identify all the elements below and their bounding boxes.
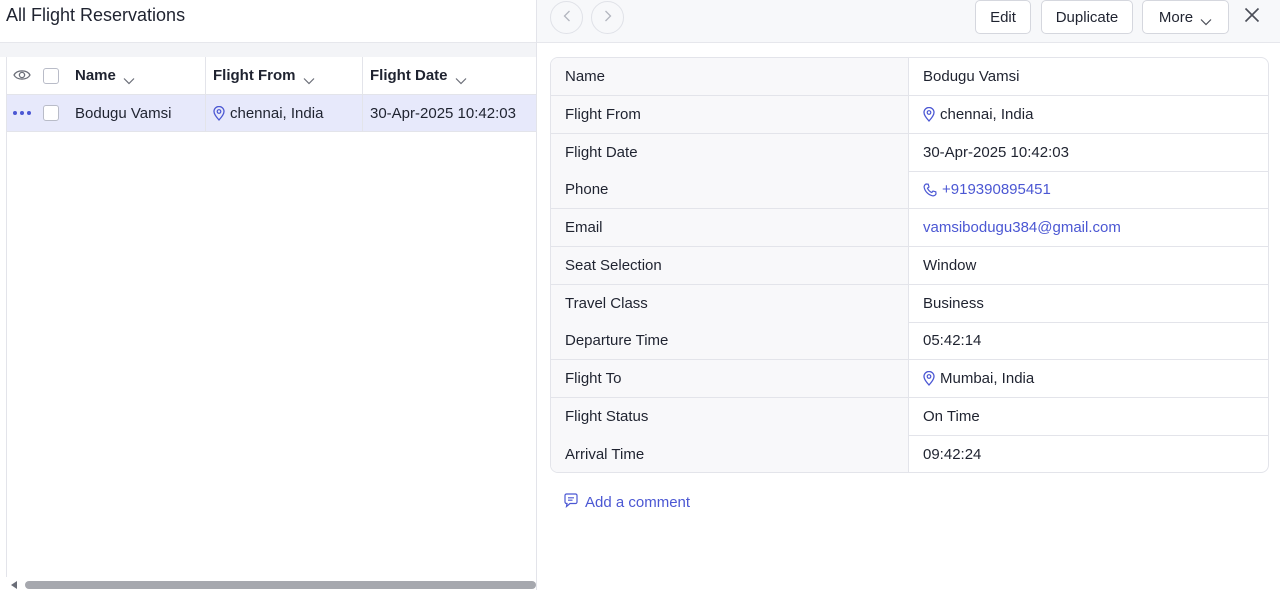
column-header-label: Name (75, 67, 116, 84)
location-pin-icon (213, 105, 225, 121)
cell-name: Bodugu Vamsi (75, 104, 172, 122)
column-divider (205, 95, 206, 131)
list-header-bar: All Flight Reservations (0, 0, 536, 43)
duplicate-label: Duplicate (1055, 8, 1119, 26)
field-label: Arrival Time (551, 435, 909, 472)
column-divider (362, 57, 363, 94)
field-label: Phone (551, 171, 909, 208)
cell-flight-from: chennai, India (213, 95, 323, 131)
detail-row-flight-to: Flight To Mumbai, India (551, 360, 1268, 398)
field-value: 30-Apr-2025 10:42:03 (923, 144, 1069, 161)
field-value: 09:42:24 (923, 445, 982, 463)
edit-button[interactable]: Edit (975, 0, 1031, 34)
detail-row-arrival-time: Arrival Time 09:42:24 (551, 435, 1268, 472)
detail-row-travel-class: Travel Class Business (551, 285, 1268, 323)
detail-row-flight-status: Flight Status On Time (551, 398, 1268, 436)
add-comment-label: Add a comment (585, 493, 691, 511)
chevron-down-icon (303, 72, 315, 84)
divider (6, 57, 7, 590)
field-value: Bodugu Vamsi (923, 68, 1020, 85)
column-header-label: Flight Date (370, 67, 448, 84)
column-header-name[interactable]: Name (75, 57, 135, 94)
column-header-flight-date[interactable]: Flight Date (370, 57, 467, 94)
chevron-down-icon (1200, 13, 1212, 26)
email-link[interactable]: vamsibodugu384@gmail.com (909, 209, 1268, 246)
page-title: All Flight Reservations (6, 5, 186, 25)
close-button[interactable] (1241, 6, 1263, 28)
table-row[interactable]: Bodugu Vamsi chennai, India 30-Apr-2025 … (7, 95, 536, 132)
scroll-left-arrow-icon[interactable] (11, 581, 17, 589)
field-label: Email (551, 209, 909, 246)
detail-row-flight-date: Flight Date 30-Apr-2025 10:42:03 (551, 134, 1268, 172)
detail-row-departure-time: Departure Time 05:42:14 (551, 322, 1268, 360)
table-header: Name Flight From Flight Date (7, 57, 536, 95)
phone-link[interactable]: +919390895451 (909, 171, 1268, 208)
field-label: Departure Time (551, 322, 909, 359)
more-label: More (1158, 8, 1194, 26)
column-divider (362, 95, 363, 131)
detail-row-email: Email vamsibodugu384@gmail.com (551, 209, 1268, 247)
previous-record-button[interactable] (550, 1, 583, 34)
field-label: Flight Date (551, 134, 909, 171)
detail-row-seat-selection: Seat Selection Window (551, 247, 1268, 285)
column-header-flight-from[interactable]: Flight From (213, 57, 315, 94)
chevron-down-icon (455, 72, 467, 84)
location-pin-icon (923, 107, 935, 122)
field-value: On Time (923, 408, 980, 425)
field-label: Travel Class (551, 285, 909, 322)
detail-toolbar: Edit Duplicate More (537, 0, 1280, 43)
field-label: Flight From (551, 96, 909, 133)
next-record-button[interactable] (591, 1, 624, 34)
detail-row-flight-from: Flight From chennai, India (551, 96, 1268, 134)
cell-flight-from-text: chennai, India (230, 104, 324, 122)
chevron-left-icon (563, 9, 571, 27)
field-label: Flight To (551, 360, 909, 397)
location-pin-icon (923, 371, 935, 386)
phone-icon (923, 182, 937, 197)
field-value-location: chennai, India (909, 96, 1268, 133)
field-label: Name (551, 58, 909, 95)
field-label: Seat Selection (551, 247, 909, 284)
more-button[interactable]: More (1142, 0, 1229, 34)
field-value: +919390895451 (942, 181, 1051, 198)
column-header-label: Flight From (213, 67, 296, 84)
duplicate-button[interactable]: Duplicate (1041, 0, 1133, 34)
field-value: chennai, India (940, 106, 1034, 123)
field-label: Flight Status (551, 398, 909, 435)
detail-row-phone: Phone +919390895451 (551, 171, 1268, 209)
cell-flight-date: 30-Apr-2025 10:42:03 (370, 104, 516, 122)
chevron-right-icon (604, 9, 612, 27)
field-value: Mumbai, India (940, 370, 1035, 387)
spacer (0, 43, 536, 57)
records-list-pane: All Flight Reservations Name Flight From… (0, 0, 536, 590)
select-all-checkbox[interactable] (43, 68, 59, 84)
scrollbar-thumb[interactable] (25, 581, 536, 589)
field-value: 05:42:14 (923, 332, 982, 349)
detail-row-name: Name Bodugu Vamsi (551, 58, 1268, 96)
add-comment-link[interactable]: Add a comment (563, 491, 690, 513)
chevron-down-icon (123, 72, 135, 84)
field-value: Window (923, 257, 977, 274)
column-divider (205, 57, 206, 94)
row-actions-icon[interactable] (13, 95, 31, 131)
eye-icon[interactable] (13, 68, 31, 82)
row-checkbox[interactable] (43, 105, 59, 121)
close-icon (1244, 7, 1260, 28)
comment-icon (563, 492, 579, 512)
record-detail-pane: Edit Duplicate More Name Bodugu Vamsi Fl… (536, 0, 1280, 590)
record-details-card: Name Bodugu Vamsi Flight From chennai, I… (550, 57, 1269, 473)
field-value-location: Mumbai, India (909, 360, 1268, 397)
field-value: Business (923, 295, 984, 312)
